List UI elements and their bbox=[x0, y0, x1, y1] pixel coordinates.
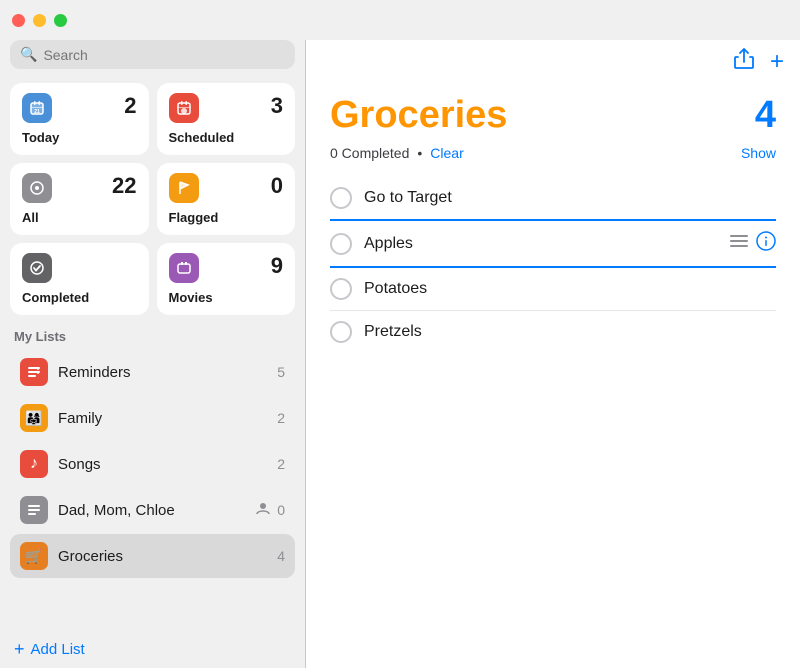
reminder-text-potatoes: Potatoes bbox=[364, 280, 776, 298]
dad-mom-chloe-count: 0 bbox=[277, 502, 285, 518]
search-input[interactable] bbox=[43, 47, 285, 63]
completed-label: Completed bbox=[22, 290, 89, 305]
reminder-item-potatoes: Potatoes bbox=[330, 268, 776, 311]
title-bar bbox=[0, 0, 800, 40]
today-count: 2 bbox=[124, 93, 136, 119]
maximize-button[interactable] bbox=[54, 14, 67, 27]
smart-card-flagged[interactable]: 0 Flagged bbox=[157, 163, 296, 235]
smart-card-completed[interactable]: Completed bbox=[10, 243, 149, 315]
add-list-button[interactable]: + Add List bbox=[10, 630, 295, 668]
add-reminder-button[interactable]: + bbox=[770, 48, 784, 76]
close-button[interactable] bbox=[12, 14, 25, 27]
main-body: Groceries 4 0 Completed • Clear Show Go … bbox=[306, 84, 800, 668]
reminder-list: Go to Target Apples bbox=[330, 177, 776, 353]
svg-text:21: 21 bbox=[34, 109, 40, 115]
reminder-circle-pretzels[interactable] bbox=[330, 321, 352, 343]
apples-actions bbox=[730, 231, 776, 256]
songs-icon: ♪ bbox=[20, 450, 48, 478]
list-item-family[interactable]: 👨‍👩‍👧 Family 2 bbox=[10, 396, 295, 440]
add-list-label: Add List bbox=[31, 641, 85, 658]
list-item-songs[interactable]: ♪ Songs 2 bbox=[10, 442, 295, 486]
family-extra: 2 bbox=[277, 410, 285, 426]
songs-extra: 2 bbox=[277, 456, 285, 472]
groceries-name: Groceries bbox=[58, 548, 267, 565]
movies-icon bbox=[169, 253, 199, 283]
all-count: 22 bbox=[112, 173, 136, 199]
all-icon bbox=[22, 173, 52, 203]
reminder-item-pretzels: Pretzels bbox=[330, 311, 776, 353]
reminder-text-pretzels: Pretzels bbox=[364, 323, 776, 341]
list-count-big: 4 bbox=[755, 94, 776, 137]
family-icon: 👨‍👩‍👧 bbox=[20, 404, 48, 432]
reminders-name: Reminders bbox=[58, 364, 267, 381]
list-item-dad-mom-chloe[interactable]: Dad, Mom, Chloe 0 bbox=[10, 488, 295, 532]
search-icon: 🔍 bbox=[20, 46, 37, 63]
smart-card-movies[interactable]: 9 Movies bbox=[157, 243, 296, 315]
smart-grid: 21 2 Today 3 Scheduled bbox=[10, 83, 295, 315]
search-bar[interactable]: 🔍 bbox=[10, 40, 295, 69]
drag-handle-icon bbox=[730, 234, 748, 253]
today-label: Today bbox=[22, 130, 59, 145]
smart-card-all[interactable]: 22 All bbox=[10, 163, 149, 235]
my-lists: Reminders 5 👨‍👩‍👧 Family 2 ♪ Songs 2 bbox=[10, 350, 295, 578]
dad-mom-chloe-name: Dad, Mom, Chloe bbox=[58, 502, 245, 519]
reminder-circle-apples[interactable] bbox=[330, 233, 352, 255]
reminders-count: 5 bbox=[277, 364, 285, 380]
groceries-count: 4 bbox=[277, 548, 285, 564]
sidebar: 🔍 21 2 Today bbox=[0, 40, 305, 668]
main-content: + Groceries 4 0 Completed • Clear Show G… bbox=[306, 40, 800, 668]
reminder-item-go-to-target: Go to Target bbox=[330, 177, 776, 221]
reminder-text-go-to-target: Go to Target bbox=[364, 189, 776, 207]
smart-card-today[interactable]: 21 2 Today bbox=[10, 83, 149, 155]
completed-count-label: 0 Completed bbox=[330, 145, 409, 161]
share-button[interactable] bbox=[734, 48, 754, 76]
family-count: 2 bbox=[277, 410, 285, 426]
reminder-text-apples: Apples bbox=[364, 235, 718, 253]
reminder-item-apples: Apples bbox=[330, 221, 776, 268]
today-icon: 21 bbox=[22, 93, 52, 123]
smart-card-scheduled[interactable]: 3 Scheduled bbox=[157, 83, 296, 155]
songs-count: 2 bbox=[277, 456, 285, 472]
completed-icon bbox=[22, 253, 52, 283]
reminder-circle-go-to-target[interactable] bbox=[330, 187, 352, 209]
flagged-icon bbox=[169, 173, 199, 203]
scheduled-label: Scheduled bbox=[169, 130, 235, 145]
main-toolbar: + bbox=[306, 40, 800, 84]
completed-row: 0 Completed • Clear Show bbox=[330, 145, 776, 161]
list-item-groceries[interactable]: 🛒 Groceries 4 bbox=[10, 534, 295, 578]
groceries-extra: 4 bbox=[277, 548, 285, 564]
dad-mom-chloe-extra: 0 bbox=[255, 500, 285, 520]
groceries-icon: 🛒 bbox=[20, 542, 48, 570]
reminders-icon bbox=[20, 358, 48, 386]
shared-icon bbox=[255, 500, 271, 520]
list-title: Groceries bbox=[330, 94, 507, 137]
reminders-extra: 5 bbox=[277, 364, 285, 380]
dad-mom-chloe-icon bbox=[20, 496, 48, 524]
family-name: Family bbox=[58, 410, 267, 427]
all-label: All bbox=[22, 210, 39, 225]
add-list-plus-icon: + bbox=[14, 640, 25, 658]
flagged-count: 0 bbox=[271, 173, 283, 199]
my-lists-heading: My Lists bbox=[10, 329, 295, 344]
show-button[interactable]: Show bbox=[741, 145, 776, 161]
minimize-button[interactable] bbox=[33, 14, 46, 27]
list-title-row: Groceries 4 bbox=[330, 94, 776, 137]
scheduled-count: 3 bbox=[271, 93, 283, 119]
app-container: 🔍 21 2 Today bbox=[0, 40, 800, 668]
flagged-label: Flagged bbox=[169, 210, 219, 225]
reminder-circle-potatoes[interactable] bbox=[330, 278, 352, 300]
dot-separator: • bbox=[417, 145, 422, 161]
window-controls bbox=[12, 14, 67, 27]
movies-count: 9 bbox=[271, 253, 283, 279]
songs-name: Songs bbox=[58, 456, 267, 473]
info-button-apples[interactable] bbox=[756, 231, 776, 256]
scheduled-icon bbox=[169, 93, 199, 123]
movies-label: Movies bbox=[169, 290, 213, 305]
clear-button[interactable]: Clear bbox=[430, 145, 463, 161]
list-item-reminders[interactable]: Reminders 5 bbox=[10, 350, 295, 394]
